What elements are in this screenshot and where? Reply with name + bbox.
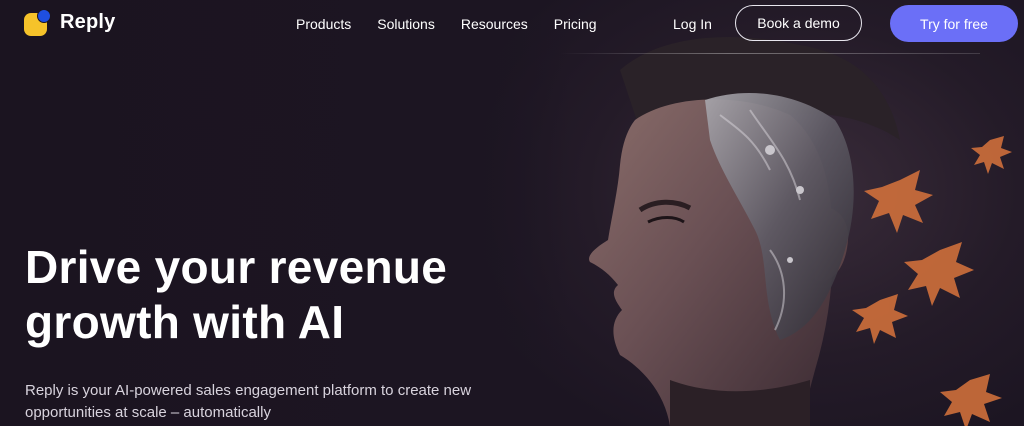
hero-title-line-2: growth with AI: [25, 296, 345, 348]
nav-item-products[interactable]: Products: [296, 16, 351, 32]
main-nav: Products Solutions Resources Pricing: [296, 16, 623, 32]
hero-subtitle: Reply is your AI-powered sales engagemen…: [25, 380, 505, 424]
nav-item-pricing[interactable]: Pricing: [554, 16, 597, 32]
book-demo-button[interactable]: Book a demo: [735, 5, 862, 41]
hero-title-line-1: Drive your revenue: [25, 241, 448, 293]
site-header: Reply Products Solutions Resources Prici…: [0, 0, 1024, 52]
hero-portrait-image: [470, 0, 1024, 426]
reply-logo-icon: [24, 9, 51, 36]
hero-subtitle-line-1: Reply is your AI-powered sales engagemen…: [25, 382, 472, 399]
try-free-button[interactable]: Try for free: [890, 5, 1018, 42]
header-divider: [560, 53, 980, 54]
hero-subtitle-line-2: opportunities at scale – automatically: [25, 404, 271, 421]
logo-link[interactable]: Reply: [24, 9, 116, 36]
landing-page: Reply Products Solutions Resources Prici…: [0, 0, 1024, 426]
nav-item-solutions[interactable]: Solutions: [377, 16, 435, 32]
nav-item-resources[interactable]: Resources: [461, 16, 528, 32]
login-link[interactable]: Log In: [673, 16, 712, 32]
hero-title: Drive your revenue growth with AI: [25, 240, 495, 350]
logo-text: Reply: [60, 11, 116, 33]
